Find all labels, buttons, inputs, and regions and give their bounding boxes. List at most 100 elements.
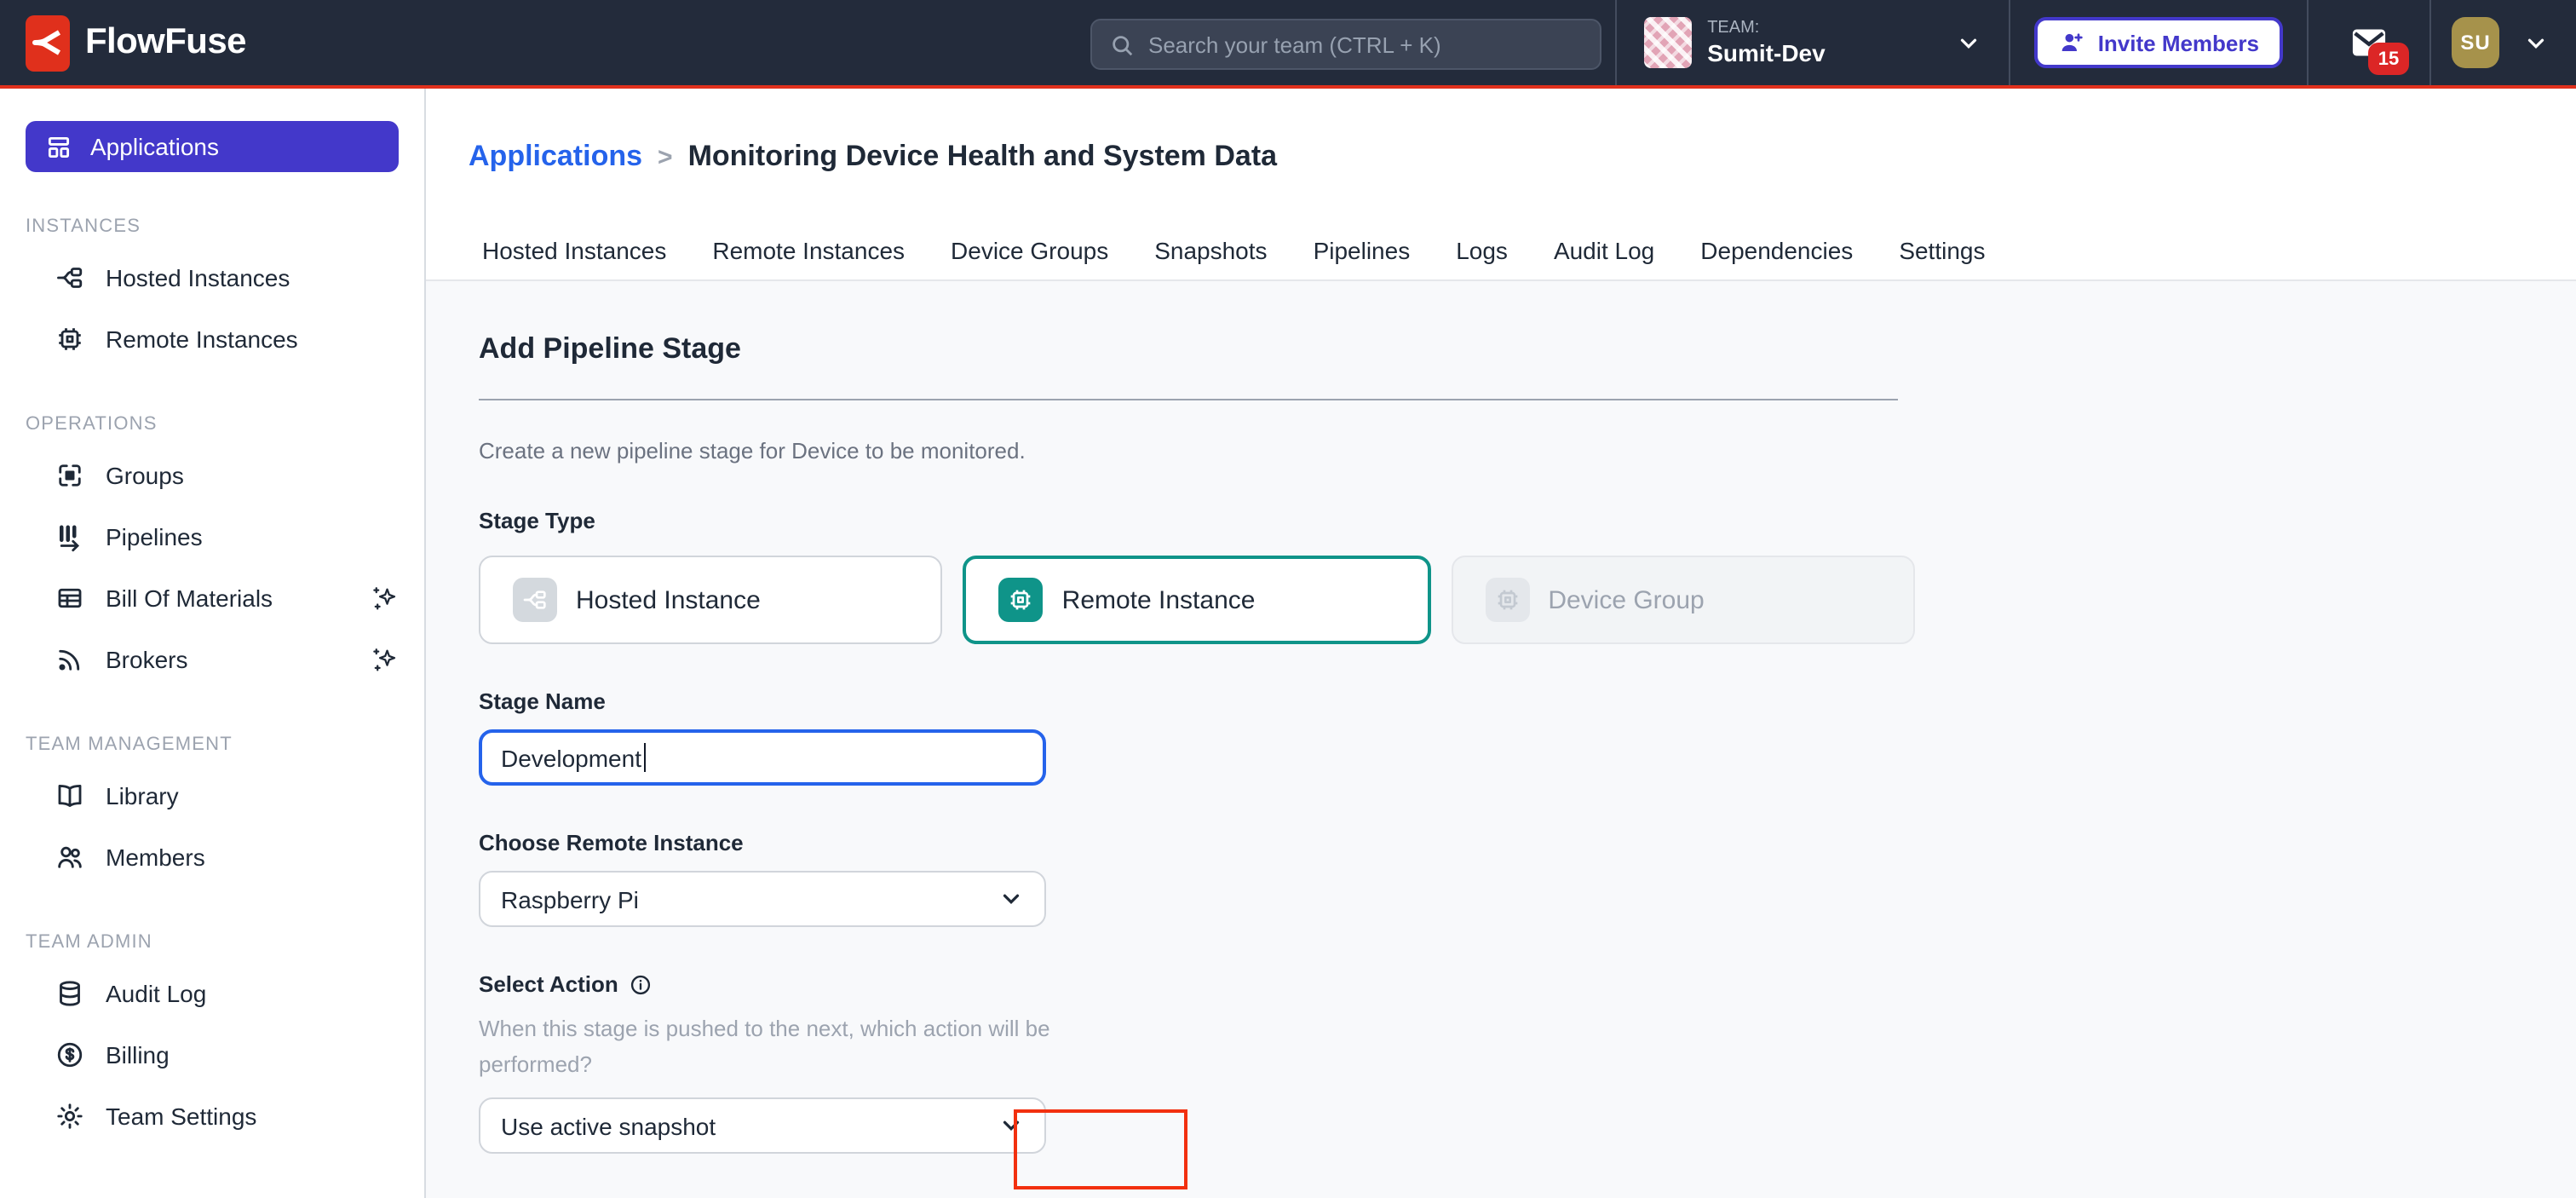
sidebar-section-team-management: TEAM MANAGEMENT: [26, 734, 424, 755]
applications-icon: [44, 132, 73, 161]
invite-members-button[interactable]: Invite Members: [2035, 17, 2283, 68]
chevron-down-icon: [1957, 30, 1982, 55]
info-icon[interactable]: [629, 972, 653, 996]
choose-remote-instance-label: Choose Remote Instance: [479, 830, 2576, 855]
tab-snapshots[interactable]: Snapshots: [1154, 237, 1267, 264]
stage-type-hosted-instance[interactable]: Hosted Instance: [479, 556, 943, 644]
sidebar-item-billing[interactable]: Billing: [0, 1024, 424, 1086]
stage-type-option-label: Hosted Instance: [576, 585, 761, 614]
stage-type-option-label: Remote Instance: [1062, 585, 1256, 614]
remote-instance-icon: [999, 578, 1044, 622]
sparkles-icon: [370, 584, 399, 613]
team-label: TEAM:: [1707, 19, 1825, 38]
flowfuse-logo-icon: [26, 14, 70, 71]
stage-name-value: Development: [501, 744, 641, 771]
sparkles-icon: [370, 645, 399, 674]
text-cursor: [643, 743, 646, 772]
tab-dependencies[interactable]: Dependencies: [1700, 237, 1853, 264]
book-icon: [55, 780, 85, 811]
search-placeholder: Search your team (CTRL + K): [1148, 32, 1441, 57]
sidebar-item-label: Hosted Instances: [106, 264, 290, 291]
dollar-icon: [55, 1040, 85, 1070]
sidebar-item-members[interactable]: Members: [0, 827, 424, 888]
sidebar-item-team-settings[interactable]: Team Settings: [0, 1086, 424, 1147]
tab-pipelines[interactable]: Pipelines: [1314, 237, 1411, 264]
navbar-right-cluster: TEAM: Sumit-Dev Invite Members 15 SU: [1615, 0, 2576, 85]
user-plus-icon: [2059, 29, 2086, 56]
sidebar-item-hosted-instances[interactable]: Hosted Instances: [0, 247, 424, 308]
select-action-help: When this stage is pushed to the next, w…: [479, 1011, 1078, 1082]
search-input[interactable]: Search your team (CTRL + K): [1090, 19, 1601, 70]
sidebar-item-label: Team Settings: [106, 1103, 256, 1130]
sidebar-item-label: Bill Of Materials: [106, 585, 273, 612]
gear-icon: [55, 1101, 85, 1132]
flowfuse-logo[interactable]: FlowFuse: [0, 14, 246, 71]
logo-text: FlowFuse: [85, 22, 246, 63]
stage-type-options: Hosted Instance Remote Instance Device G…: [479, 556, 1915, 644]
app-root: FlowFuse Search your team (CTRL + K) TEA…: [0, 0, 2576, 1198]
table-icon: [55, 583, 85, 613]
hosted-instance-icon: [513, 578, 557, 622]
divider: [479, 399, 1898, 400]
stage-type-remote-instance[interactable]: Remote Instance: [963, 556, 1431, 644]
sidebar-item-bill-of-materials[interactable]: Bill Of Materials: [0, 567, 424, 629]
invite-members-label: Invite Members: [2098, 30, 2259, 55]
form-title: Add Pipeline Stage: [479, 332, 2576, 366]
pipelines-icon: [55, 521, 85, 552]
stage-type-device-group: Device Group: [1451, 556, 1915, 644]
action-select[interactable]: Use active snapshot: [479, 1097, 1046, 1154]
chevron-down-icon: [2523, 30, 2549, 55]
hosted-instances-icon: [55, 262, 85, 293]
notifications-button[interactable]: 15: [2309, 0, 2429, 85]
tab-remote-instances[interactable]: Remote Instances: [712, 237, 905, 264]
sidebar-item-label: Library: [106, 782, 179, 809]
sidebar-item-label: Audit Log: [106, 980, 206, 1007]
users-icon: [55, 842, 85, 873]
groups-icon: [55, 460, 85, 491]
action-value: Use active snapshot: [501, 1112, 716, 1139]
form-description: Create a new pipeline stage for Device t…: [479, 438, 2576, 464]
sidebar-item-label: Applications: [90, 133, 219, 160]
sidebar-item-label: Members: [106, 844, 205, 871]
chevron-down-icon: [998, 1113, 1024, 1138]
device-group-icon: [1485, 578, 1529, 622]
application-tabs: Hosted Instances Remote Instances Device…: [426, 222, 2576, 281]
sidebar-section-instances: INSTANCES: [26, 216, 424, 237]
tab-audit-log[interactable]: Audit Log: [1554, 237, 1654, 264]
breadcrumb-applications-link[interactable]: Applications: [469, 140, 642, 174]
sidebar-item-pipelines[interactable]: Pipelines: [0, 506, 424, 567]
stage-name-label: Stage Name: [479, 688, 2576, 714]
sidebar-item-label: Groups: [106, 462, 184, 489]
select-action-label: Select Action: [479, 971, 2576, 997]
chevron-down-icon: [998, 886, 1024, 912]
sidebar-item-label: Remote Instances: [106, 325, 298, 353]
top-navbar: FlowFuse Search your team (CTRL + K) TEA…: [0, 0, 2576, 89]
tab-hosted-instances[interactable]: Hosted Instances: [482, 237, 666, 264]
tab-settings[interactable]: Settings: [1899, 237, 1985, 264]
team-avatar: [1644, 17, 1692, 68]
database-icon: [55, 978, 85, 1009]
sidebar-item-groups[interactable]: Groups: [0, 445, 424, 506]
team-selector[interactable]: TEAM: Sumit-Dev: [1617, 0, 2009, 85]
remote-instance-select[interactable]: Raspberry Pi: [479, 871, 1046, 927]
user-avatar: SU: [2452, 17, 2499, 68]
sidebar-item-library[interactable]: Library: [0, 765, 424, 827]
stage-name-input[interactable]: Development: [479, 729, 1046, 786]
user-menu[interactable]: SU: [2431, 0, 2576, 85]
sidebar-section-team-admin: TEAM ADMIN: [26, 932, 424, 953]
sidebar-item-remote-instances[interactable]: Remote Instances: [0, 308, 424, 370]
sidebar-item-label: Billing: [106, 1041, 170, 1068]
sidebar-item-label: Pipelines: [106, 523, 203, 550]
sidebar-section-operations: OPERATIONS: [26, 414, 424, 435]
remote-instances-icon: [55, 324, 85, 354]
stage-type-label: Stage Type: [479, 508, 2576, 533]
sidebar-item-audit-log[interactable]: Audit Log: [0, 963, 424, 1024]
tab-device-groups[interactable]: Device Groups: [951, 237, 1108, 264]
sidebar-item-brokers[interactable]: Brokers: [0, 629, 424, 690]
sidebar-item-applications[interactable]: Applications: [26, 121, 399, 172]
page-title: Monitoring Device Health and System Data: [688, 140, 1278, 174]
remote-instance-value: Raspberry Pi: [501, 885, 639, 913]
add-pipeline-stage-panel: Add Pipeline Stage Create a new pipeline…: [426, 281, 2576, 1198]
tab-logs[interactable]: Logs: [1456, 237, 1508, 264]
search-icon: [1109, 32, 1135, 57]
